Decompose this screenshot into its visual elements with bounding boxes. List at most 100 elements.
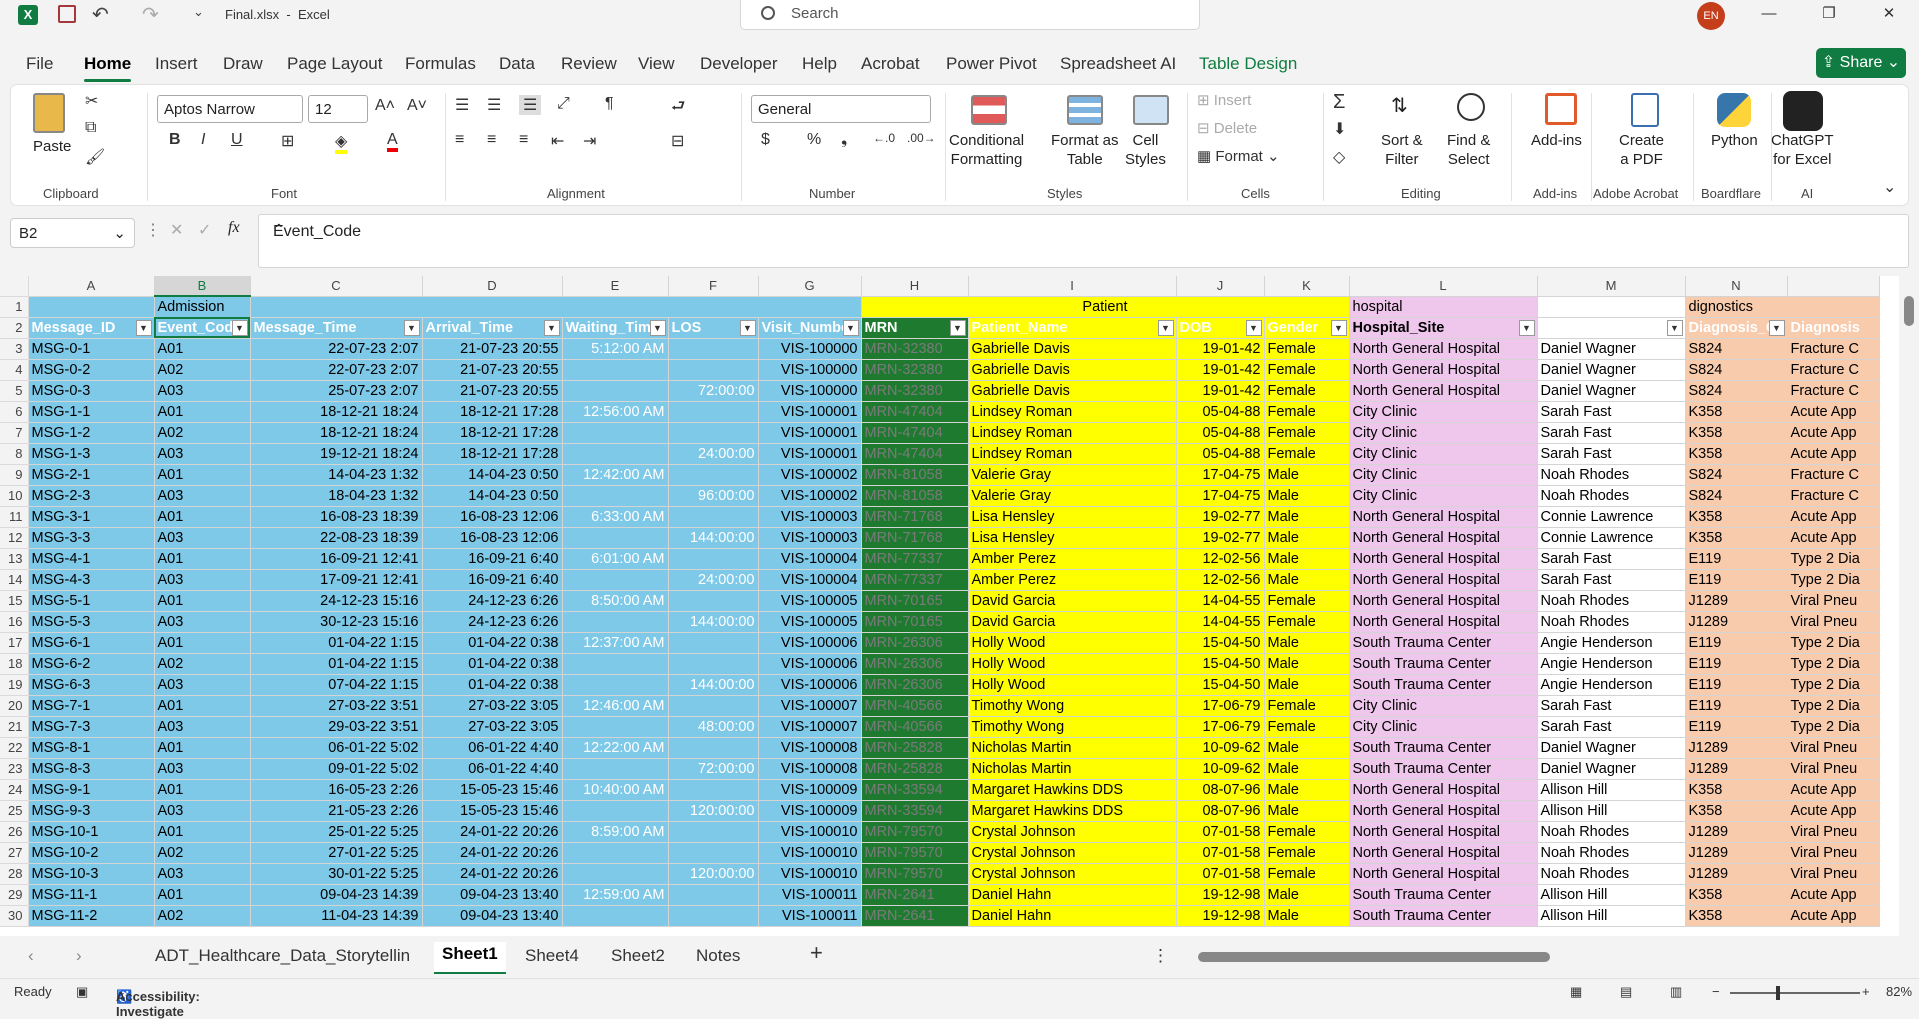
align-middle-icon[interactable]: ☰ bbox=[487, 95, 501, 115]
cell[interactable]: VIS-100011 bbox=[758, 905, 862, 927]
cell[interactable]: E119 bbox=[1685, 716, 1788, 738]
cell[interactable]: 07-01-58 bbox=[1176, 863, 1265, 885]
cell[interactable]: 120:00:00 bbox=[668, 863, 759, 885]
share-button[interactable]: ⇪ Share ⌄ bbox=[1816, 48, 1906, 78]
column-field-header[interactable]: Message_ID ▼ bbox=[28, 317, 155, 339]
cell[interactable]: Female bbox=[1264, 716, 1350, 738]
cell[interactable]: VIS-100002 bbox=[758, 485, 862, 507]
column-field-header[interactable]: Waiting_Tim ▼ bbox=[562, 317, 669, 339]
cell[interactable]: VIS-100004 bbox=[758, 548, 862, 570]
cell[interactable]: 06-01-22 4:40 bbox=[422, 737, 563, 759]
create-pdf-button[interactable]: Create a PDF bbox=[1619, 131, 1664, 169]
column-field-header[interactable]: MRN ▼ bbox=[861, 317, 969, 339]
cell[interactable]: MRN-2641 bbox=[861, 905, 969, 927]
cell[interactable]: MRN-32380 bbox=[861, 359, 969, 381]
cell[interactable]: A03 bbox=[154, 611, 251, 633]
cell[interactable]: 21-07-23 20:55 bbox=[422, 380, 563, 402]
row-header[interactable]: 26 bbox=[0, 821, 29, 843]
group-header-hospital[interactable]: hospital bbox=[1349, 296, 1538, 318]
cell[interactable]: Female bbox=[1264, 611, 1350, 633]
cell[interactable]: VIS-100003 bbox=[758, 527, 862, 549]
cell[interactable]: 12-02-56 bbox=[1176, 569, 1265, 591]
cell[interactable]: VIS-100004 bbox=[758, 569, 862, 591]
cell[interactable]: Male bbox=[1264, 884, 1350, 906]
cell[interactable]: South Trauma Center bbox=[1349, 632, 1538, 654]
filter-dropdown-icon[interactable]: ▼ bbox=[1157, 319, 1174, 336]
cell[interactable]: 12:46:00 AM bbox=[562, 695, 669, 717]
cell[interactable]: MRN-70165 bbox=[861, 590, 969, 612]
more-tabs-icon[interactable]: ⋮ bbox=[1152, 946, 1169, 966]
cell[interactable]: MSG-3-1 bbox=[28, 506, 155, 528]
cell[interactable] bbox=[562, 485, 669, 507]
cell[interactable]: 72:00:00 bbox=[668, 380, 759, 402]
cell[interactable]: MRN-32380 bbox=[861, 380, 969, 402]
cell[interactable]: 14-04-55 bbox=[1176, 590, 1265, 612]
cell[interactable]: VIS-100006 bbox=[758, 674, 862, 696]
cell[interactable]: Crystal Johnson bbox=[968, 863, 1177, 885]
column-field-header[interactable]: Gender ▼ bbox=[1264, 317, 1350, 339]
cell[interactable]: 15-04-50 bbox=[1176, 653, 1265, 675]
column-header[interactable]: D bbox=[422, 276, 563, 297]
cell[interactable]: Viral Pneu bbox=[1787, 611, 1880, 633]
zoom-slider-thumb[interactable] bbox=[1776, 986, 1780, 1000]
cell[interactable]: 01-04-22 0:38 bbox=[422, 674, 563, 696]
row-header[interactable]: 5 bbox=[0, 380, 29, 402]
cell[interactable]: Male bbox=[1264, 905, 1350, 927]
cell[interactable]: VIS-100010 bbox=[758, 842, 862, 864]
filter-dropdown-icon[interactable]: ▼ bbox=[1330, 319, 1347, 336]
cell[interactable]: MSG-4-3 bbox=[28, 569, 155, 591]
tab-file[interactable]: File bbox=[26, 54, 53, 74]
cell[interactable]: 15-05-23 15:46 bbox=[422, 779, 563, 801]
cell[interactable]: A03 bbox=[154, 800, 251, 822]
cell[interactable] bbox=[668, 821, 759, 843]
cell[interactable]: North General Hospital bbox=[1349, 863, 1538, 885]
cell[interactable]: City Clinic bbox=[1349, 485, 1538, 507]
cell[interactable]: MSG-1-2 bbox=[28, 422, 155, 444]
cell[interactable]: South Trauma Center bbox=[1349, 758, 1538, 780]
tab-acrobat[interactable]: Acrobat bbox=[861, 54, 920, 74]
cell[interactable]: City Clinic bbox=[1349, 716, 1538, 738]
column-header[interactable]: J bbox=[1176, 276, 1265, 297]
column-header[interactable]: A bbox=[28, 276, 155, 297]
increase-indent-icon[interactable]: ⇥ bbox=[583, 131, 596, 151]
cell[interactable]: J1289 bbox=[1685, 842, 1788, 864]
cell[interactable]: E119 bbox=[1685, 674, 1788, 696]
cell[interactable]: S824 bbox=[1685, 485, 1788, 507]
cell[interactable]: 18-12-21 17:28 bbox=[422, 401, 563, 423]
cell[interactable]: MRN-32380 bbox=[861, 338, 969, 360]
cell[interactable]: Male bbox=[1264, 674, 1350, 696]
cell[interactable]: 16-08-23 12:06 bbox=[422, 506, 563, 528]
cell[interactable]: MSG-0-2 bbox=[28, 359, 155, 381]
cell[interactable]: Type 2 Dia bbox=[1787, 653, 1880, 675]
cell[interactable]: K358 bbox=[1685, 800, 1788, 822]
cell[interactable]: E119 bbox=[1685, 569, 1788, 591]
decrease-indent-icon[interactable]: ⇤ bbox=[551, 131, 564, 151]
cell[interactable]: MRN-71768 bbox=[861, 527, 969, 549]
cell[interactable]: Valerie Gray bbox=[968, 485, 1177, 507]
insert-cells-button[interactable]: ⊞ Insert bbox=[1197, 91, 1251, 109]
cell[interactable]: Female bbox=[1264, 695, 1350, 717]
cell[interactable]: Amber Perez bbox=[968, 548, 1177, 570]
column-header[interactable]: F bbox=[668, 276, 759, 297]
cell[interactable]: 24:00:00 bbox=[668, 569, 759, 591]
cell[interactable]: J1289 bbox=[1685, 821, 1788, 843]
cell[interactable]: Male bbox=[1264, 758, 1350, 780]
cell[interactable]: David Garcia bbox=[968, 611, 1177, 633]
cell[interactable]: 12:56:00 AM bbox=[562, 401, 669, 423]
cell[interactable]: J1289 bbox=[1685, 737, 1788, 759]
cell[interactable]: K358 bbox=[1685, 443, 1788, 465]
sheet-tab[interactable]: Sheet2 bbox=[611, 946, 665, 966]
save-icon[interactable] bbox=[58, 5, 76, 23]
cell[interactable]: Acute App bbox=[1787, 884, 1880, 906]
cell[interactable]: MSG-8-3 bbox=[28, 758, 155, 780]
cell[interactable]: Lindsey Roman bbox=[968, 422, 1177, 444]
cell[interactable] bbox=[562, 716, 669, 738]
cell[interactable]: Type 2 Dia bbox=[1787, 716, 1880, 738]
cell[interactable]: MSG-6-1 bbox=[28, 632, 155, 654]
cell[interactable] bbox=[562, 653, 669, 675]
cell[interactable]: 14-04-23 0:50 bbox=[422, 464, 563, 486]
cell[interactable]: 14-04-23 0:50 bbox=[422, 485, 563, 507]
cell[interactable]: A01 bbox=[154, 632, 251, 654]
row-header[interactable]: 17 bbox=[0, 632, 29, 654]
name-box[interactable]: B2 ⌄ bbox=[10, 218, 135, 248]
